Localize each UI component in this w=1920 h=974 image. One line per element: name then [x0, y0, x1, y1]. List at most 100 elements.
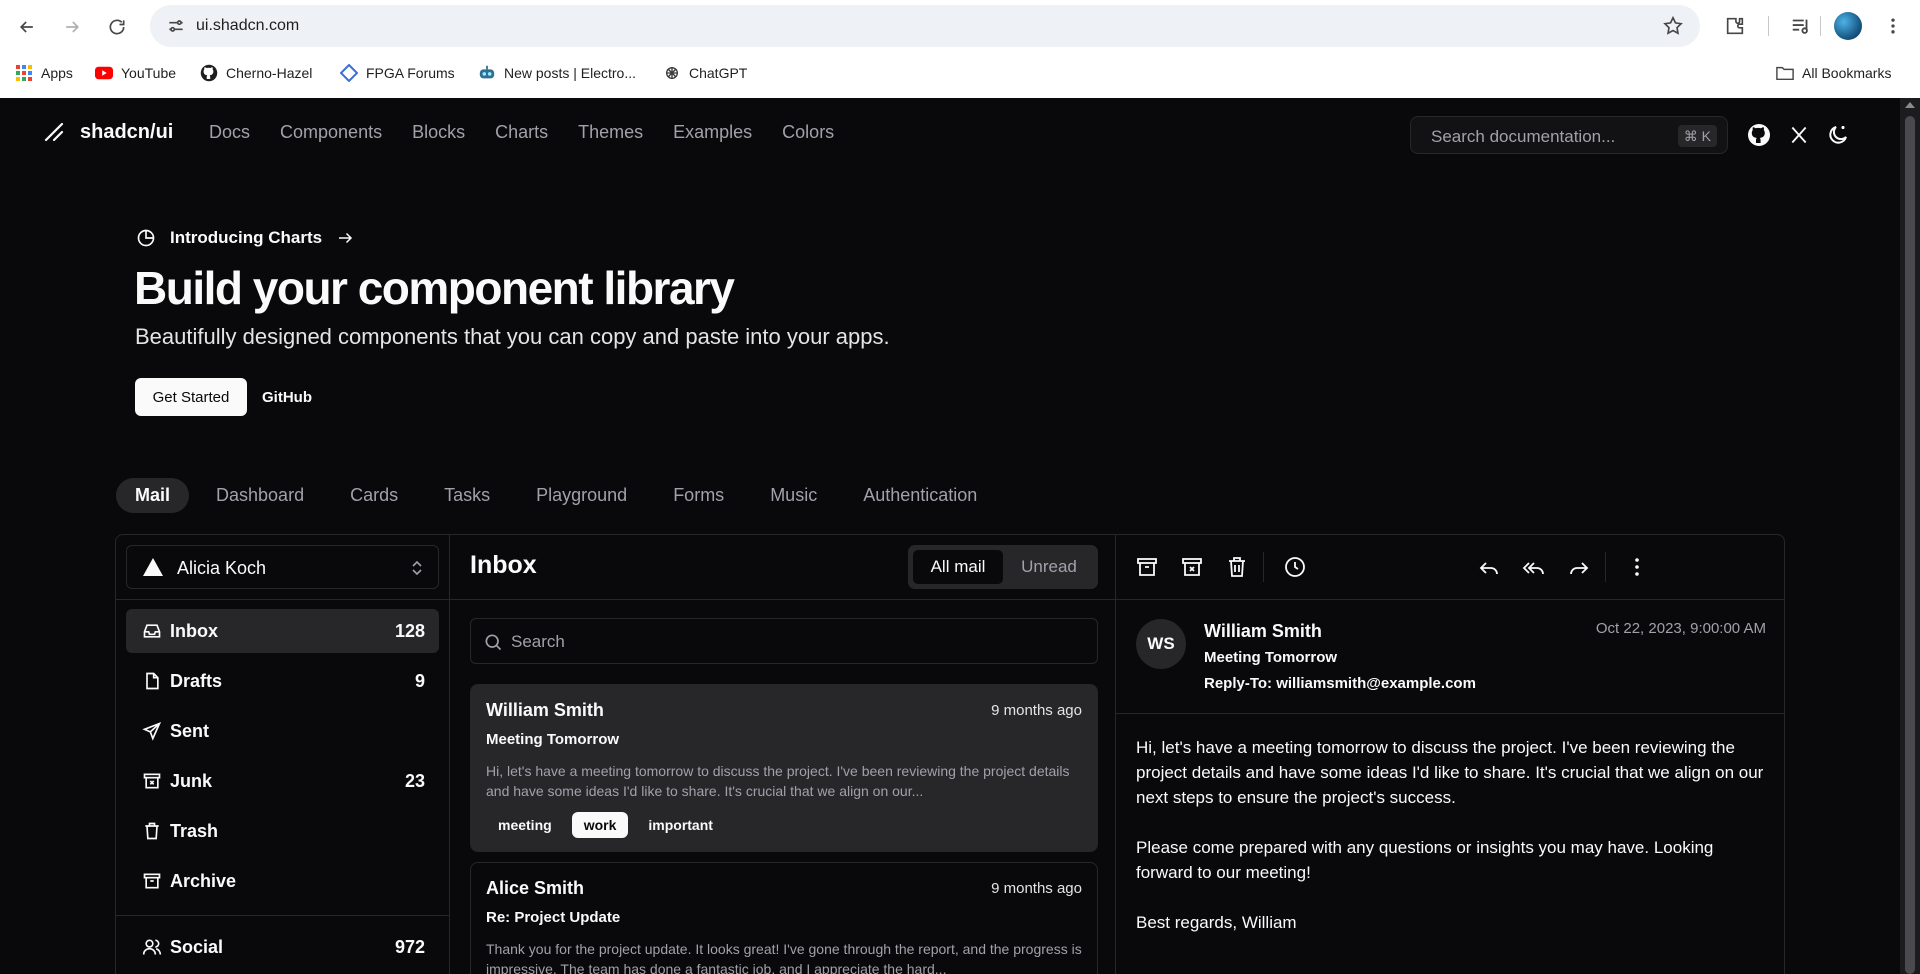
bookmark-cherno-hazel[interactable]: Cherno-Hazel — [200, 62, 312, 84]
nav-docs[interactable]: Docs — [209, 122, 250, 143]
folder-trash[interactable]: Trash — [126, 809, 439, 853]
profile-avatar[interactable] — [1834, 12, 1862, 40]
get-started-button[interactable]: Get Started — [135, 378, 247, 416]
docs-search-input[interactable]: Search documentation... ⌘ K — [1410, 116, 1728, 154]
bookmark-youtube[interactable]: YouTube — [95, 62, 176, 84]
mail-tags: meeting work important — [486, 812, 725, 838]
tag-badge: important — [648, 817, 713, 833]
reader-subject: Meeting Tomorrow — [1204, 649, 1338, 666]
folder-inbox[interactable]: Inbox 128 — [126, 609, 439, 653]
archive-x-icon — [143, 773, 161, 789]
mail-sidebar: Alicia Koch Inbox 128 Drafts 9 Sent Junk… — [116, 535, 450, 974]
sender-avatar: WS — [1136, 619, 1186, 669]
site-info-icon[interactable] — [166, 16, 186, 36]
github-button[interactable]: GitHub — [262, 378, 312, 416]
theme-toggle[interactable] — [1825, 122, 1851, 148]
folder-junk[interactable]: Junk 23 — [126, 759, 439, 803]
nav-components[interactable]: Components — [280, 122, 382, 143]
arrow-right-icon — [66, 21, 80, 33]
address-bar[interactable]: ui.shadcn.com — [150, 5, 1700, 47]
reader-body: Hi, let's have a meeting tomorrow to dis… — [1136, 735, 1766, 960]
mail-search-input[interactable]: Search — [470, 618, 1098, 664]
tab-tasks[interactable]: Tasks — [425, 478, 509, 513]
account-switcher[interactable]: Alicia Koch — [126, 545, 439, 589]
forward-button[interactable] — [1567, 555, 1591, 579]
scroll-up-arrow[interactable] — [1905, 102, 1915, 108]
bookmark-chatgpt[interactable]: ChatGPT — [663, 62, 747, 84]
folder-archive[interactable]: Archive — [126, 859, 439, 903]
bookmark-apps[interactable]: Apps — [15, 62, 73, 84]
archive-icon — [143, 873, 161, 889]
folder-count: 128 — [394, 621, 425, 641]
inbox-icon — [143, 624, 161, 638]
arrow-left-icon — [19, 21, 33, 33]
mail-preview: Hi, let's have a meeting tomorrow to dis… — [486, 763, 1070, 799]
forward-button[interactable] — [57, 12, 87, 42]
reader-reply-to: Reply-To: williamsmith@example.com — [1204, 675, 1476, 692]
sidebar-divider — [116, 599, 449, 600]
folder-drafts[interactable]: Drafts 9 — [126, 659, 439, 703]
nav-themes[interactable]: Themes — [578, 122, 643, 143]
page-scrollbar[interactable] — [1900, 98, 1920, 974]
tab-music[interactable]: Music — [751, 478, 836, 513]
tab-playground[interactable]: Playground — [517, 478, 646, 513]
tab-dashboard[interactable]: Dashboard — [197, 478, 323, 513]
toolbar-divider — [1605, 552, 1606, 582]
media-queue-icon — [1792, 19, 1808, 34]
back-button[interactable] — [12, 12, 42, 42]
account-name: Alicia Koch — [177, 558, 267, 578]
reply-all-button[interactable] — [1522, 555, 1546, 579]
tab-forms[interactable]: Forms — [654, 478, 743, 513]
tab-cards[interactable]: Cards — [331, 478, 417, 513]
mail-item[interactable]: Alice Smith 9 months ago Re: Project Upd… — [470, 862, 1098, 974]
chrome-menu-button[interactable] — [1880, 13, 1906, 39]
folder-sent[interactable]: Sent — [126, 709, 439, 753]
announcement-link[interactable]: Introducing Charts — [136, 228, 354, 248]
nav-charts[interactable]: Charts — [495, 122, 548, 143]
move-to-junk-button[interactable] — [1180, 555, 1204, 579]
bookmark-star-icon[interactable] — [1662, 15, 1684, 37]
reply-button[interactable] — [1477, 555, 1501, 579]
filter-unread[interactable]: Unread — [1005, 550, 1093, 584]
bookmark-fpga-forums[interactable]: FPGA Forums — [340, 62, 455, 84]
extensions-button[interactable] — [1722, 13, 1748, 39]
x-twitter-link[interactable] — [1786, 122, 1812, 148]
all-bookmarks[interactable]: All Bookmarks — [1776, 62, 1891, 84]
list-divider — [450, 599, 1115, 600]
tab-mail[interactable]: Mail — [116, 478, 190, 513]
more-actions-button[interactable] — [1625, 555, 1649, 579]
folder-label: Drafts — [170, 671, 223, 691]
reader-toolbar — [1116, 535, 1784, 599]
reader-sender: William Smith — [1204, 621, 1322, 641]
folder-count: 23 — [404, 771, 425, 791]
category-social[interactable]: Social 972 — [126, 925, 439, 969]
mail-subject: Re: Project Update — [486, 909, 621, 926]
bookmark-electro[interactable]: New posts | Electro... — [478, 62, 636, 84]
folder-label: Trash — [170, 821, 219, 841]
github-link[interactable] — [1746, 122, 1772, 148]
chatgpt-icon — [663, 64, 681, 82]
reload-button[interactable] — [102, 12, 132, 42]
archive-button[interactable] — [1135, 555, 1159, 579]
move-to-trash-button[interactable] — [1225, 555, 1249, 579]
mail-item[interactable]: William Smith 9 months ago Meeting Tomor… — [470, 684, 1098, 852]
site-logo[interactable]: shadcn/ui — [42, 120, 173, 144]
scroll-thumb[interactable] — [1905, 116, 1915, 974]
nav-blocks[interactable]: Blocks — [412, 122, 465, 143]
media-control-button[interactable] — [1788, 13, 1814, 39]
address-row: ui.shadcn.com — [0, 0, 1920, 52]
nav-colors[interactable]: Colors — [782, 122, 834, 143]
archive-icon — [1137, 558, 1157, 576]
reader-divider — [1116, 599, 1784, 600]
toolbar-divider — [1768, 16, 1769, 36]
nav-examples[interactable]: Examples — [673, 122, 752, 143]
tab-authentication[interactable]: Authentication — [844, 478, 996, 513]
folder-label: Sent — [170, 721, 210, 741]
snooze-button[interactable] — [1283, 555, 1307, 579]
bookmark-label: YouTube — [121, 65, 177, 81]
site-viewport: shadcn/ui Docs Components Blocks Charts … — [0, 98, 1900, 974]
body-paragraph: Best regards, William — [1136, 913, 1297, 932]
page-subtitle: Beautifully designed components that you… — [135, 324, 890, 349]
filter-all-mail[interactable]: All mail — [913, 550, 1003, 584]
bookmarks-bar: Apps YouTube Cherno-Hazel FPGA Forums Ne… — [0, 58, 1920, 88]
